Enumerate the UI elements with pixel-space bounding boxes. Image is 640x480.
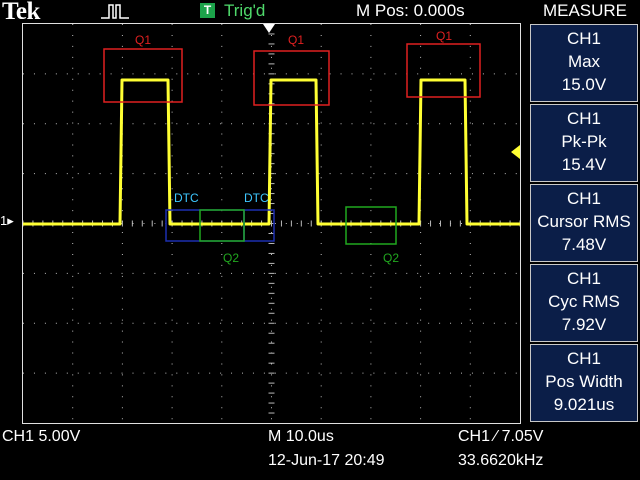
measure-value: 7.48V — [561, 235, 607, 254]
measure-channel: CH1 — [566, 109, 601, 128]
ch1-ground-marker: 1▸ — [0, 213, 14, 228]
measure-panel: CH1 Max 15.0V CH1 Pk-Pk 15.4V CH1 Cursor… — [530, 24, 640, 426]
measure-value: 9.021us — [553, 395, 615, 414]
datetime: 12-Jun-17 20:49 — [268, 452, 385, 469]
q1-annotation-box — [406, 43, 481, 98]
measure-value: 7.92V — [561, 315, 607, 334]
measure-name: Cursor RMS — [537, 212, 631, 231]
trigger-status: Trig'd — [224, 1, 266, 20]
q2-annotation-label: Q2 — [383, 251, 399, 265]
measure-channel: CH1 — [566, 189, 601, 208]
q1-annotation-box — [103, 48, 183, 103]
dtc-annotation-label: DTC — [174, 191, 199, 205]
measure-slot-max[interactable]: CH1 Max 15.0V — [530, 24, 638, 102]
q1-annotation-box — [253, 50, 330, 106]
trigger-state-badge: T — [200, 3, 215, 18]
measure-channel: CH1 — [566, 269, 601, 288]
trigger-position-icon — [263, 24, 275, 33]
waveform-display: Q1 Q1 Q1 DTC DTC Q2 Q2 — [22, 23, 521, 424]
q2-annotation-label: Q2 — [223, 251, 239, 265]
q1-annotation-label: Q1 — [288, 33, 304, 47]
timebase: M 10.0us — [268, 428, 334, 445]
measure-name: Pos Width — [545, 372, 623, 391]
horizontal-position: M Pos: 0.000s — [356, 1, 465, 20]
measure-slot-pk-pk[interactable]: CH1 Pk-Pk 15.4V — [530, 104, 638, 182]
measure-value: 15.4V — [561, 155, 607, 174]
dtc-annotation-label: DTC — [244, 191, 269, 205]
scope-graticule: Q1 Q1 Q1 DTC DTC Q2 Q2 — [23, 24, 520, 423]
trigger-setting: CH1 ∕ 7.05V — [458, 428, 544, 445]
measure-slot-cyc-rms[interactable]: CH1 Cyc RMS 7.92V — [530, 264, 638, 342]
measure-slot-pos-width[interactable]: CH1 Pos Width 9.021us — [530, 344, 638, 422]
frequency-readout: 33.6620kHz — [458, 452, 544, 469]
measure-channel: CH1 — [566, 29, 601, 48]
ch1-scale: CH1 5.00V — [2, 428, 81, 445]
measure-name: Max — [567, 52, 601, 71]
measure-value: 15.0V — [561, 75, 607, 94]
measure-slot-cursor-rms[interactable]: CH1 Cursor RMS 7.48V — [530, 184, 638, 262]
q1-annotation-label: Q1 — [135, 33, 151, 47]
measure-name: Cyc RMS — [548, 292, 620, 311]
measure-name: Pk-Pk — [561, 132, 607, 151]
measure-channel: CH1 — [566, 349, 601, 368]
trigger-level-arrow-icon — [511, 145, 520, 159]
measure-title: MEASURE — [542, 1, 628, 20]
q1-annotation-label: Q1 — [436, 29, 452, 43]
trigger-pulse-icon — [101, 4, 129, 19]
ch1-trace — [23, 78, 520, 226]
